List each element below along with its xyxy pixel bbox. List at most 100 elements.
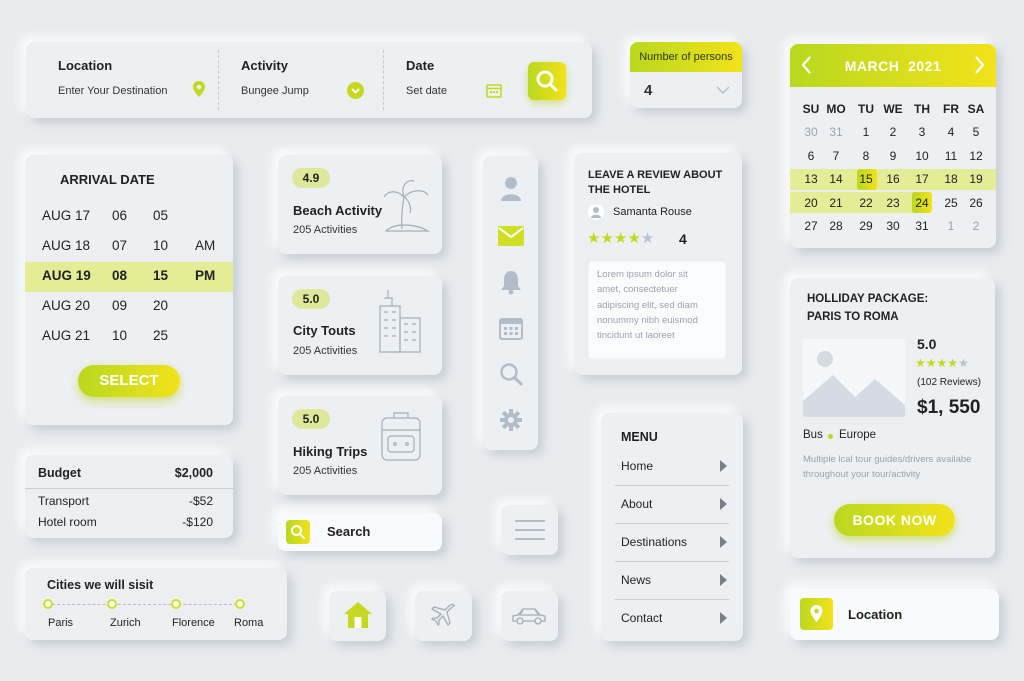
menu-item-news[interactable]: News <box>615 572 729 602</box>
calendar-small-icon[interactable] <box>486 83 502 98</box>
calendar-day[interactable]: 4 <box>940 125 962 139</box>
route-stop-dot[interactable] <box>43 599 53 609</box>
search-submit-button[interactable] <box>528 62 566 100</box>
select-button[interactable]: SELECT <box>78 365 180 397</box>
calendar-day[interactable]: 30 <box>882 219 904 233</box>
calendar-day[interactable]: 12 <box>965 149 987 163</box>
activity-card-beach[interactable]: 4.9 Beach Activity 205 Activities <box>278 155 442 254</box>
calendar-day[interactable]: 5 <box>965 125 987 139</box>
chevron-down-icon[interactable] <box>715 85 731 95</box>
calendar-day[interactable]: 9 <box>882 149 904 163</box>
calendar-day[interactable]: 18 <box>940 172 962 186</box>
activity-card-city[interactable]: 5.0 City Touts 205 Activities <box>278 276 442 375</box>
calendar-day[interactable]: 13 <box>800 172 822 186</box>
calendar-day[interactable]: 29 <box>855 219 877 233</box>
calendar-day[interactable]: 3 <box>911 125 933 139</box>
arrival-hour[interactable]: 08 <box>112 268 127 283</box>
location-button[interactable]: Location <box>790 589 999 640</box>
calendar-day[interactable]: 27 <box>800 219 822 233</box>
home-button[interactable] <box>329 591 386 641</box>
route-stop-dot[interactable] <box>171 599 181 609</box>
calendar-day[interactable]: 14 <box>825 172 847 186</box>
calendar-day[interactable]: 31 <box>911 219 933 233</box>
book-now-button[interactable]: BOOK NOW <box>834 504 955 536</box>
menu-item-about[interactable]: About <box>615 496 729 526</box>
calendar-day[interactable]: 1 <box>855 125 877 139</box>
calendar-day[interactable]: 24 <box>911 196 933 210</box>
arrival-hour[interactable]: 06 <box>112 208 127 223</box>
calendar-day[interactable]: 22 <box>855 196 877 210</box>
map-pin-icon[interactable] <box>192 80 206 98</box>
arrival-minute[interactable]: 10 <box>153 238 168 253</box>
arrival-hour[interactable]: 07 <box>112 238 127 253</box>
arrival-period[interactable]: AM <box>195 238 215 253</box>
calendar-day[interactable]: 30 <box>800 125 822 139</box>
arrival-day[interactable]: AUG 17 <box>42 208 90 223</box>
arrival-hour[interactable]: 10 <box>112 328 127 343</box>
hamburger-button[interactable] <box>501 505 558 555</box>
arrival-minute[interactable]: 20 <box>153 298 168 313</box>
gear-icon[interactable] <box>499 408 523 432</box>
calendar-icon[interactable] <box>499 316 523 340</box>
star-icon: ★ <box>915 356 926 370</box>
search-icon[interactable] <box>499 362 523 386</box>
calendar-day[interactable]: 20 <box>800 196 822 210</box>
calendar-day[interactable]: 26 <box>965 196 987 210</box>
search-field[interactable]: Search <box>278 513 442 551</box>
arrival-day[interactable]: AUG 20 <box>42 298 90 313</box>
calendar-day[interactable]: 19 <box>965 172 987 186</box>
arrival-minute[interactable]: 05 <box>153 208 168 223</box>
mail-icon[interactable] <box>498 226 524 246</box>
star-icon[interactable]: ★ <box>627 230 640 247</box>
menu-item-destinations[interactable]: Destinations <box>615 534 729 564</box>
calendar-day[interactable]: 1 <box>940 219 962 233</box>
calendar-day[interactable]: 17 <box>911 172 933 186</box>
calendar-day[interactable]: 2 <box>882 125 904 139</box>
arrival-day[interactable]: AUG 21 <box>42 328 90 343</box>
arrival-minute[interactable]: 15 <box>153 268 168 283</box>
calendar-day[interactable]: 23 <box>882 196 904 210</box>
calendar-day[interactable]: 25 <box>940 196 962 210</box>
route-stop-dot[interactable] <box>235 599 245 609</box>
star-icon[interactable]: ★ <box>587 230 600 247</box>
persons-selector[interactable]: Number of persons 4 <box>630 42 742 108</box>
arrival-minute[interactable]: 25 <box>153 328 168 343</box>
bell-icon[interactable] <box>500 269 522 295</box>
activity-dropdown-button[interactable] <box>347 82 364 99</box>
arrival-day[interactable]: AUG 19 <box>42 268 91 283</box>
arrival-hour[interactable]: 09 <box>112 298 127 313</box>
calendar-day[interactable]: 6 <box>800 149 822 163</box>
flights-button[interactable] <box>415 591 472 641</box>
arrival-day[interactable]: AUG 18 <box>42 238 90 253</box>
cars-button[interactable] <box>501 591 558 641</box>
search-icon-button[interactable] <box>286 520 310 544</box>
location-input[interactable]: Enter Your Destination <box>58 85 167 97</box>
activity-select[interactable]: Bungee Jump <box>241 85 309 97</box>
activity-card-hiking[interactable]: 5.0 Hiking Trips 205 Activities <box>278 396 442 495</box>
calendar-day[interactable]: 11 <box>940 149 962 163</box>
next-month-icon[interactable] <box>972 55 986 75</box>
review-textarea[interactable]: Lorem ipsum dolor sit amet, consectetuer… <box>586 259 726 359</box>
review-star-rating[interactable]: ★★★★★ <box>587 229 654 248</box>
menu-item-home[interactable]: Home <box>615 458 729 488</box>
calendar-day[interactable]: 31 <box>825 125 847 139</box>
user-icon[interactable] <box>500 176 522 202</box>
calendar-day[interactable]: 10 <box>911 149 933 163</box>
star-icon[interactable]: ★ <box>614 230 627 247</box>
city-name: Paris <box>48 617 74 629</box>
calendar-day[interactable]: 8 <box>855 149 877 163</box>
calendar-day[interactable]: 7 <box>825 149 847 163</box>
calendar-day[interactable]: 2 <box>965 219 987 233</box>
star-icon[interactable]: ★ <box>641 230 654 247</box>
package-region: Europe <box>839 429 877 441</box>
menu-item-contact[interactable]: Contact <box>615 610 729 640</box>
calendar-day[interactable]: 28 <box>825 219 847 233</box>
date-input[interactable]: Set date <box>406 85 447 97</box>
calendar-day[interactable]: 15 <box>855 172 877 186</box>
calendar-day[interactable]: 21 <box>825 196 847 210</box>
route-stop-dot[interactable] <box>107 599 117 609</box>
calendar-day[interactable]: 16 <box>882 172 904 186</box>
menu-item-label: Destinations <box>621 535 688 549</box>
arrival-period[interactable]: PM <box>195 268 215 283</box>
star-icon[interactable]: ★ <box>600 230 613 247</box>
